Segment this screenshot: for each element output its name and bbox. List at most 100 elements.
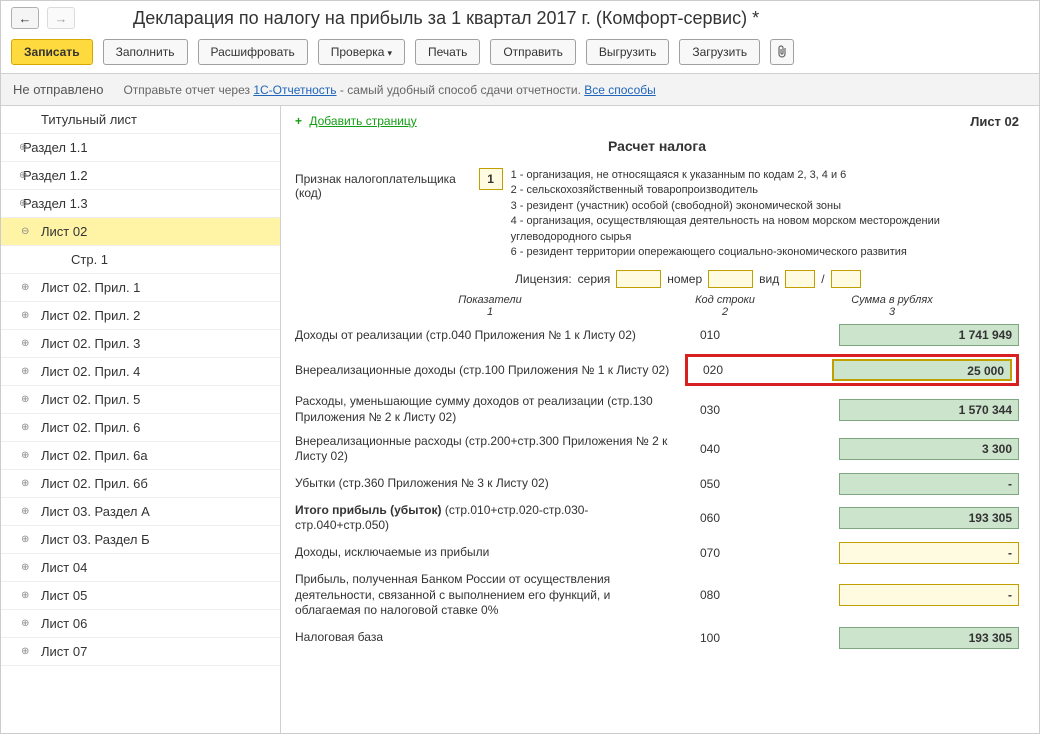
back-button[interactable]: ← [11,7,39,29]
value-input[interactable]: 193 305 [839,507,1019,529]
legend-line: 2 - сельскохозяйственный товаропроизводи… [511,183,1019,198]
paperclip-icon [776,45,788,59]
value-input[interactable]: 1 741 949 [839,324,1019,346]
license-number-input[interactable] [708,270,753,288]
tree-item[interactable]: ⊕Лист 06 [1,610,280,638]
tree-item[interactable]: Титульный лист [1,106,280,134]
legend-line: 4 - организация, осуществляющая деятельн… [511,214,1019,245]
tree-item[interactable]: ⊕Лист 02. Прил. 4 [1,358,280,386]
row-indicator: Внереализационные доходы (стр.100 Прилож… [295,363,685,379]
tree-item[interactable]: ⊕ Лист 02. Прил. 6 [1,414,280,442]
expand-icon[interactable]: ⊕ [19,142,29,152]
export-button[interactable]: Выгрузить [586,39,670,65]
expand-icon[interactable]: ⊕ [21,310,31,320]
tree-item[interactable]: ⊕Раздел 1.3 [1,190,280,218]
tree-item-label: Лист 02. Прил. 6а [41,448,148,463]
value-input[interactable]: 1 570 344 [839,399,1019,421]
tree-item[interactable]: ⊕Лист 02. Прил. 1 [1,274,280,302]
row-code: 010 [685,328,735,342]
license-kind-input[interactable] [785,270,815,288]
license-sub-input[interactable] [831,270,861,288]
fill-button[interactable]: Заполнить [103,39,188,65]
tree-item-label: Лист 05 [41,588,87,603]
value-input[interactable]: - [839,542,1019,564]
value-input[interactable]: - [839,473,1019,495]
value-input[interactable]: 193 305 [839,627,1019,649]
tree-item-label: Лист 02. Прил. 6 [41,420,140,435]
license-row: Лицензия: серия номер вид / [515,270,1019,288]
tree-item-label: Раздел 1.2 [23,168,88,183]
row-code: 080 [685,588,735,602]
import-button[interactable]: Загрузить [679,39,760,65]
link-1c-reporting[interactable]: 1С-Отчетность [253,83,336,97]
row-code: 030 [685,403,735,417]
sheet-label: Лист 02 [970,114,1019,129]
expand-icon[interactable]: ⊕ [21,282,31,292]
expand-icon[interactable]: ⊕ [19,198,29,208]
tree-item[interactable]: ⊕ Лист 02. Прил. 6а [1,442,280,470]
header: ← → Декларация по налогу на прибыль за 1… [1,1,1039,35]
tree-item[interactable]: ⊕ Лист 05 [1,582,280,610]
expand-icon[interactable]: ⊕ [21,646,31,656]
tree-item[interactable]: ⊕Раздел 1.2 [1,162,280,190]
tree-item[interactable]: Стр. 1 [1,246,280,274]
collapse-icon[interactable]: ⊖ [21,226,31,236]
send-button[interactable]: Отправить [490,39,576,65]
expand-icon[interactable]: ⊕ [21,394,31,404]
tree-item[interactable]: ⊕Лист 02. Прил. 3 [1,330,280,358]
tree-item[interactable]: ⊕ Лист 02. Прил. 6б [1,470,280,498]
check-button[interactable]: Проверка▾ [318,39,405,65]
license-serie-input[interactable] [616,270,661,288]
value-input[interactable]: 3 300 [839,438,1019,460]
expand-icon[interactable]: ⊕ [21,338,31,348]
link-all-methods[interactable]: Все способы [584,83,656,97]
tree-item[interactable]: ⊖ Лист 02 [1,218,280,246]
expand-icon[interactable]: ⊕ [21,450,31,460]
expand-icon[interactable]: ⊕ [21,366,31,376]
expand-icon[interactable]: ⊕ [21,534,31,544]
forward-button[interactable]: → [47,7,75,29]
expand-icon[interactable]: ⊕ [21,618,31,628]
expand-icon[interactable]: ⊕ [21,590,31,600]
taxpayer-code-input[interactable]: 1 [479,168,503,190]
data-rows: Доходы от реализации (стр.040 Приложения… [295,324,1019,648]
tree-item[interactable]: ⊕Лист 04 [1,554,280,582]
expand-icon[interactable]: ⊕ [21,478,31,488]
data-row: Внереализационные расходы (стр.200+стр.3… [295,434,1019,465]
tree-item-label: Лист 02. Прил. 6б [41,476,148,491]
license-serie-label: серия [578,272,611,286]
tree-item[interactable]: ⊕Лист 07 [1,638,280,666]
tree-item-label: Титульный лист [41,112,137,127]
license-label: Лицензия: [515,272,572,286]
row-indicator: Доходы, исключаемые из прибыли [295,545,685,561]
value-input[interactable]: - [839,584,1019,606]
app-window: ← → Декларация по налогу на прибыль за 1… [0,0,1040,734]
tree-item[interactable]: ⊕ Лист 02. Прил. 2 [1,302,280,330]
expand-icon[interactable]: ⊕ [19,170,29,180]
expand-icon[interactable]: ⊕ [21,506,31,516]
expand-icon[interactable]: ⊕ [21,422,31,432]
tree-item-label: Раздел 1.1 [23,140,88,155]
legend-line: 6 - резидент территории опережающего соц… [511,245,1019,260]
tree-item-label: Лист 02 [41,224,87,239]
row-code: 020 [692,363,734,377]
row-indicator: Прибыль, полученная Банком России от осу… [295,572,685,619]
highlighted-cell: 020 25 000 [685,354,1019,386]
tree-item[interactable]: ⊕Лист 02. Прил. 5 [1,386,280,414]
taxpayer-label: Признак налогоплательщика (код) [295,168,471,200]
save-button[interactable]: Записать [11,39,93,65]
tree-item[interactable]: ⊕Раздел 1.1 [1,134,280,162]
decode-button[interactable]: Расшифровать [198,39,308,65]
row-indicator: Доходы от реализации (стр.040 Приложения… [295,328,685,344]
value-input[interactable]: 25 000 [832,359,1012,381]
row-code: 100 [685,631,735,645]
tree-item[interactable]: ⊕Лист 03. Раздел Б [1,526,280,554]
tree-item-label: Лист 02. Прил. 2 [41,308,140,323]
expand-icon[interactable]: ⊕ [21,562,31,572]
row-indicator: Убытки (стр.360 Приложения № 3 к Листу 0… [295,476,685,492]
tree-item[interactable]: ⊕Лист 03. Раздел А [1,498,280,526]
print-button[interactable]: Печать [415,39,480,65]
attachment-button[interactable] [770,39,794,65]
add-page-link[interactable]: Добавить страницу [309,114,416,128]
data-row: Расходы, уменьшающие сумму доходов от ре… [295,394,1019,425]
